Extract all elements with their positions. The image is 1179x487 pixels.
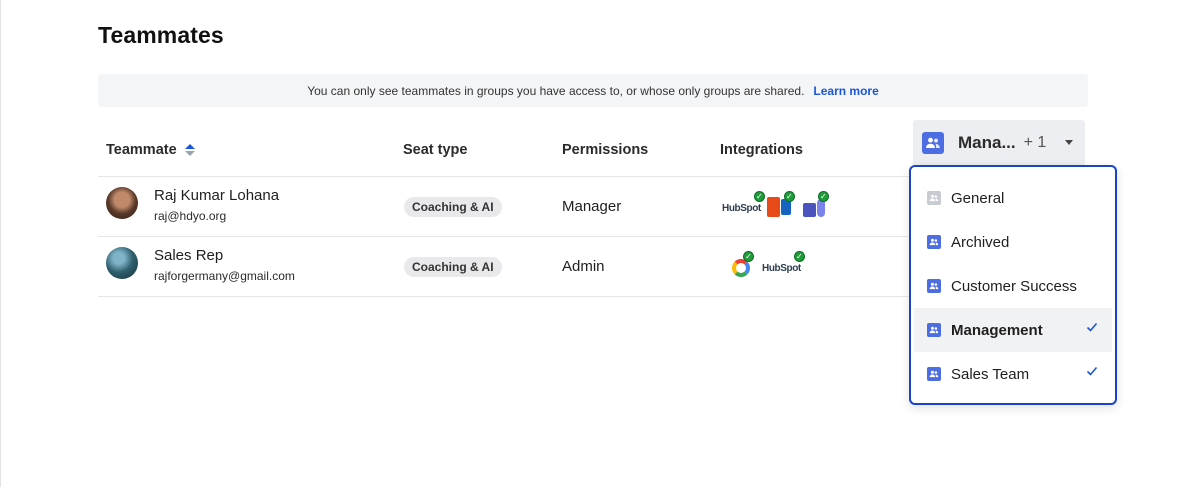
sort-icon[interactable] (184, 144, 195, 156)
seat-type-badge: Coaching & AI (404, 257, 502, 277)
dropdown-option-sales-team[interactable]: Sales Team (914, 352, 1112, 396)
teammate-name: Raj Kumar Lohana (154, 187, 280, 204)
group-filter-label: Mana... (958, 133, 1016, 152)
dropdown-option-general[interactable]: General (914, 176, 1112, 220)
group-icon (927, 367, 941, 381)
table-row[interactable]: Raj Kumar Lohana raj@hdyo.org Coaching &… (98, 177, 910, 236)
access-notice-text: You can only see teammates in groups you… (307, 83, 805, 98)
group-icon (922, 132, 944, 154)
integrations-list: HubSpot ✓ ✓ ✓ (722, 191, 829, 217)
google-icon: ✓ (732, 251, 754, 277)
avatar (106, 187, 138, 219)
group-filter-button[interactable]: Mana... + 1 (913, 120, 1085, 166)
access-notice: You can only see teammates in groups you… (98, 74, 1088, 107)
hubspot-logo-text: HubSpot (722, 203, 761, 214)
group-icon (927, 279, 941, 293)
column-header-seat-type: Seat type (403, 142, 468, 158)
group-icon (927, 191, 941, 205)
page-title: Teammates (98, 22, 224, 48)
chevron-down-icon (1065, 140, 1073, 145)
connected-check-icon: ✓ (793, 251, 805, 262)
group-icon (927, 235, 941, 249)
hubspot-icon: HubSpot ✓ (762, 251, 805, 277)
dropdown-option-label: General (951, 189, 1005, 207)
table-divider (98, 296, 910, 297)
connected-check-icon: ✓ (783, 191, 795, 202)
column-header-permissions: Permissions (562, 142, 649, 158)
group-icon (927, 323, 941, 337)
dropdown-option-label: Archived (951, 233, 1010, 251)
table-row[interactable]: Sales Rep rajforgermany@gmail.com Coachi… (98, 237, 910, 296)
column-header-teammate[interactable]: Teammate (106, 142, 195, 158)
hubspot-icon: HubSpot ✓ (722, 191, 765, 217)
microsoft-teams-icon: ✓ (802, 191, 829, 217)
left-divider (0, 0, 1, 487)
dropdown-option-customer-success[interactable]: Customer Success (914, 264, 1112, 308)
seat-type-badge: Coaching & AI (404, 197, 502, 217)
column-header-integrations: Integrations (720, 142, 803, 158)
integrations-list: ✓ HubSpot ✓ (732, 251, 805, 277)
dropdown-option-archived[interactable]: Archived (914, 220, 1112, 264)
permission-value: Manager (562, 198, 622, 215)
dropdown-option-label: Management (951, 321, 1043, 339)
check-icon (1086, 322, 1098, 332)
connected-check-icon: ✓ (753, 191, 765, 202)
check-icon (1086, 366, 1098, 376)
teammate-email: raj@hdyo.org (154, 209, 227, 223)
office-365-icon: ✓ (766, 191, 795, 217)
hubspot-logo-text: HubSpot (762, 263, 801, 274)
connected-check-icon: ✓ (817, 191, 829, 202)
connected-check-icon: ✓ (743, 251, 754, 262)
dropdown-option-management[interactable]: Management (914, 308, 1112, 352)
group-filter-dropdown: General Archived Customer Success Manage… (909, 165, 1117, 405)
teammate-email: rajforgermany@gmail.com (154, 269, 295, 283)
dropdown-option-label: Customer Success (951, 277, 1077, 295)
column-header-teammate-label: Teammate (106, 142, 177, 158)
learn-more-link[interactable]: Learn more (813, 84, 878, 98)
avatar (106, 247, 138, 279)
dropdown-option-label: Sales Team (951, 365, 1030, 383)
permission-value: Admin (562, 258, 605, 275)
group-filter-extra-count: + 1 (1023, 134, 1047, 151)
teammate-name: Sales Rep (154, 247, 224, 264)
